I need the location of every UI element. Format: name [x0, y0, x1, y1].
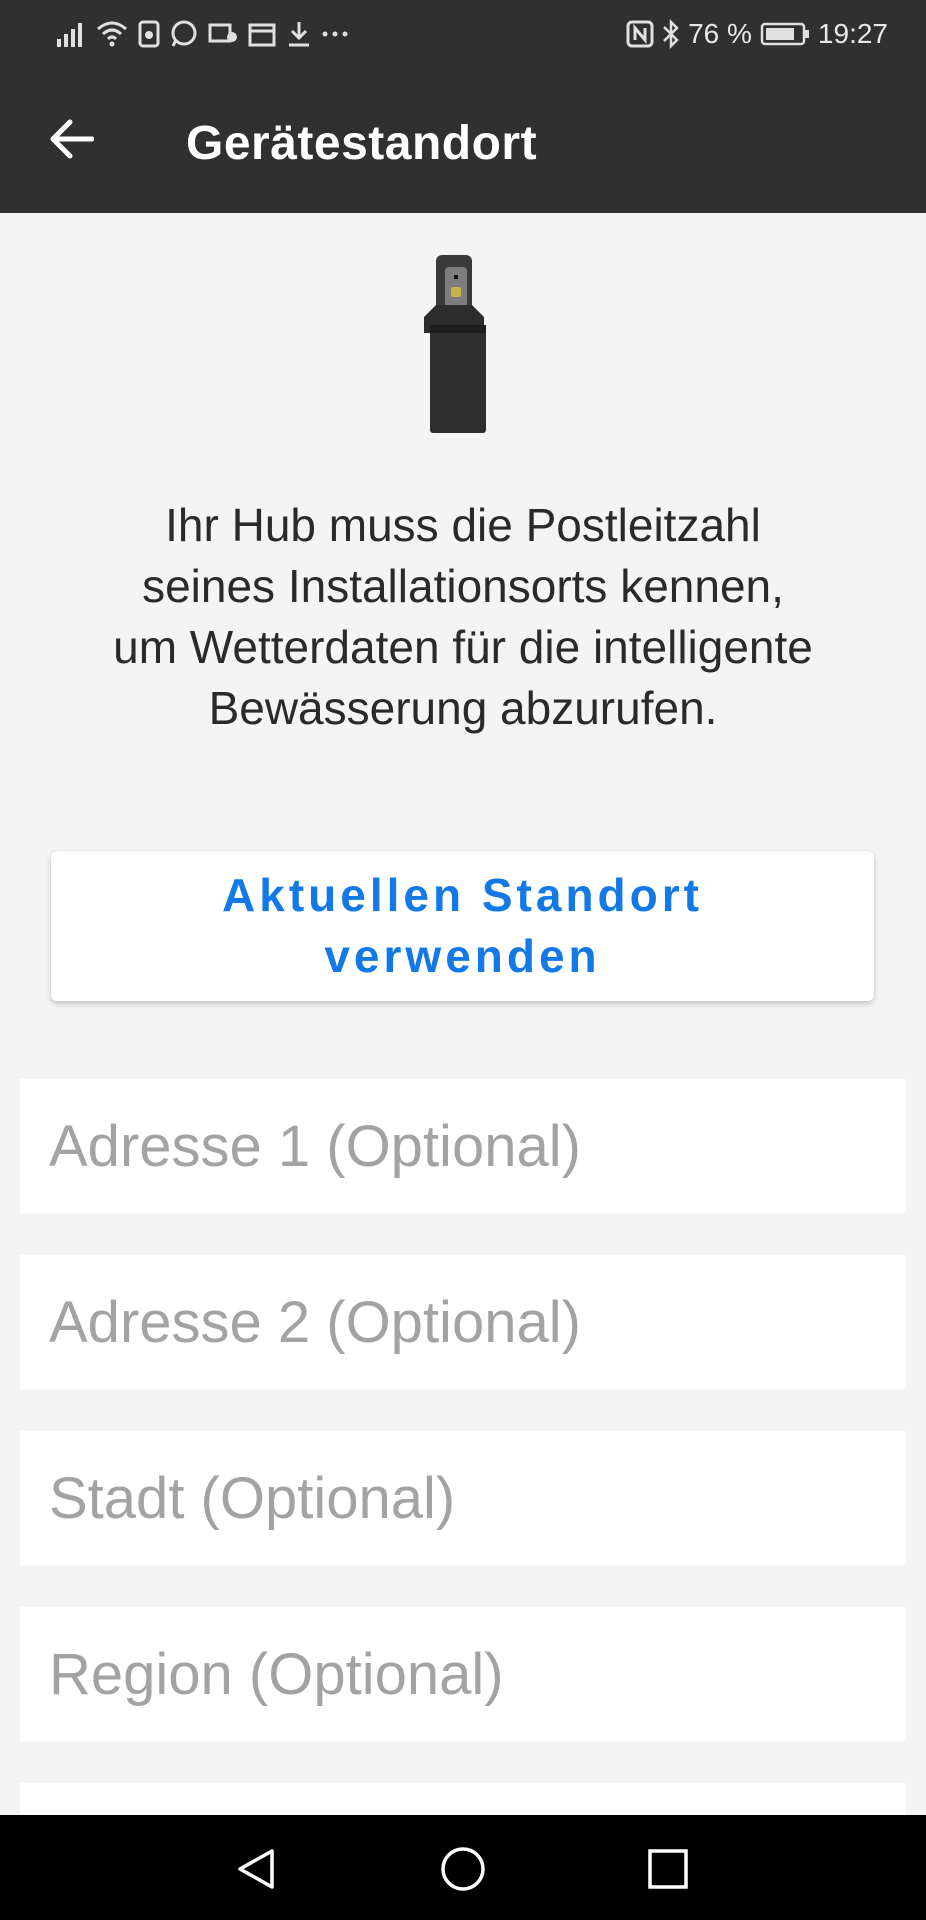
arrow-back-icon	[50, 119, 94, 159]
square-recents-icon	[648, 1849, 688, 1889]
address1-field	[20, 1079, 906, 1213]
address2-field	[20, 1255, 906, 1389]
signal-icon	[57, 23, 82, 47]
page-title: Gerätestandort	[186, 117, 538, 170]
region-input[interactable]	[47, 1639, 906, 1709]
status-bar: 76 % 19:27	[0, 0, 926, 68]
battery-percent: 76 %	[688, 18, 752, 49]
back-button[interactable]	[40, 108, 102, 170]
address2-input[interactable]	[47, 1287, 906, 1357]
download-icon	[289, 22, 309, 47]
status-icons-right: 76 % 19:27	[626, 16, 888, 52]
whatsapp-icon	[171, 20, 197, 47]
status-icons-left	[56, 16, 348, 52]
city-input[interactable]	[47, 1463, 906, 1533]
hub-device-image	[424, 255, 486, 433]
app-bar: Gerätestandort	[0, 68, 926, 213]
battery-icon	[760, 22, 809, 46]
nav-home-button[interactable]	[435, 1841, 491, 1897]
circle-home-icon	[441, 1847, 485, 1891]
bluetooth-icon	[663, 19, 679, 49]
description-text: Ihr Hub muss die Postleitzahl seines Ins…	[113, 499, 813, 734]
city-field	[20, 1431, 906, 1565]
nav-back-button[interactable]	[228, 1841, 284, 1897]
use-current-location-button[interactable]: Aktuellen Standort verwenden	[51, 851, 874, 1001]
clock: 19:27	[817, 18, 888, 49]
system-navigation-bar	[0, 1815, 926, 1920]
more-icon	[322, 31, 348, 37]
nav-recent-apps-button[interactable]	[640, 1841, 696, 1897]
nfc-icon	[626, 20, 654, 48]
wifi-icon	[97, 21, 127, 47]
sim-icon	[138, 20, 160, 48]
notification-icon	[208, 23, 237, 43]
address1-input[interactable]	[47, 1111, 906, 1181]
region-field	[20, 1607, 906, 1741]
calendar-icon	[248, 23, 276, 47]
triangle-back-icon	[238, 1849, 274, 1889]
